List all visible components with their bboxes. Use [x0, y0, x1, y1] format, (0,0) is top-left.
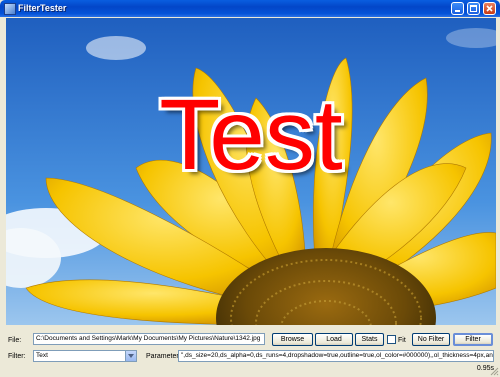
minimize-icon — [455, 10, 460, 12]
window-title: FilterTester — [18, 3, 67, 13]
file-label: File: — [8, 337, 22, 344]
parameters-field[interactable]: ",ds_size=20,ds_alpha=0,ds_runs=4,dropsh… — [178, 350, 494, 362]
filter-label: Filter: — [8, 353, 26, 360]
title-bar[interactable]: FilterTester — [0, 0, 500, 17]
filter-button[interactable]: Filter — [453, 333, 493, 346]
browse-button[interactable]: Browse — [272, 333, 313, 346]
fit-checkbox[interactable] — [387, 335, 396, 344]
image-preview: Test — [6, 18, 496, 325]
filter-select-value: Text — [36, 352, 48, 359]
maximize-button[interactable] — [467, 2, 480, 15]
dropdown-arrow-button[interactable] — [125, 351, 136, 361]
minimize-button[interactable] — [451, 2, 464, 15]
filter-select[interactable]: Text — [33, 350, 137, 362]
close-button[interactable] — [483, 2, 496, 15]
stats-button[interactable]: Stats — [355, 333, 384, 346]
fit-label: Fit — [398, 337, 406, 344]
no-filter-button[interactable]: No Filter — [412, 333, 450, 346]
overlay-text: Test — [159, 79, 343, 191]
chevron-down-icon — [128, 354, 134, 358]
maximize-icon — [470, 5, 477, 12]
close-icon — [486, 5, 493, 12]
load-button[interactable]: Load — [315, 333, 353, 346]
file-path-field[interactable]: C:\Documents and Settings\Mark\My Docume… — [33, 333, 265, 345]
resize-grip-icon[interactable] — [489, 366, 499, 376]
app-icon — [4, 3, 16, 15]
